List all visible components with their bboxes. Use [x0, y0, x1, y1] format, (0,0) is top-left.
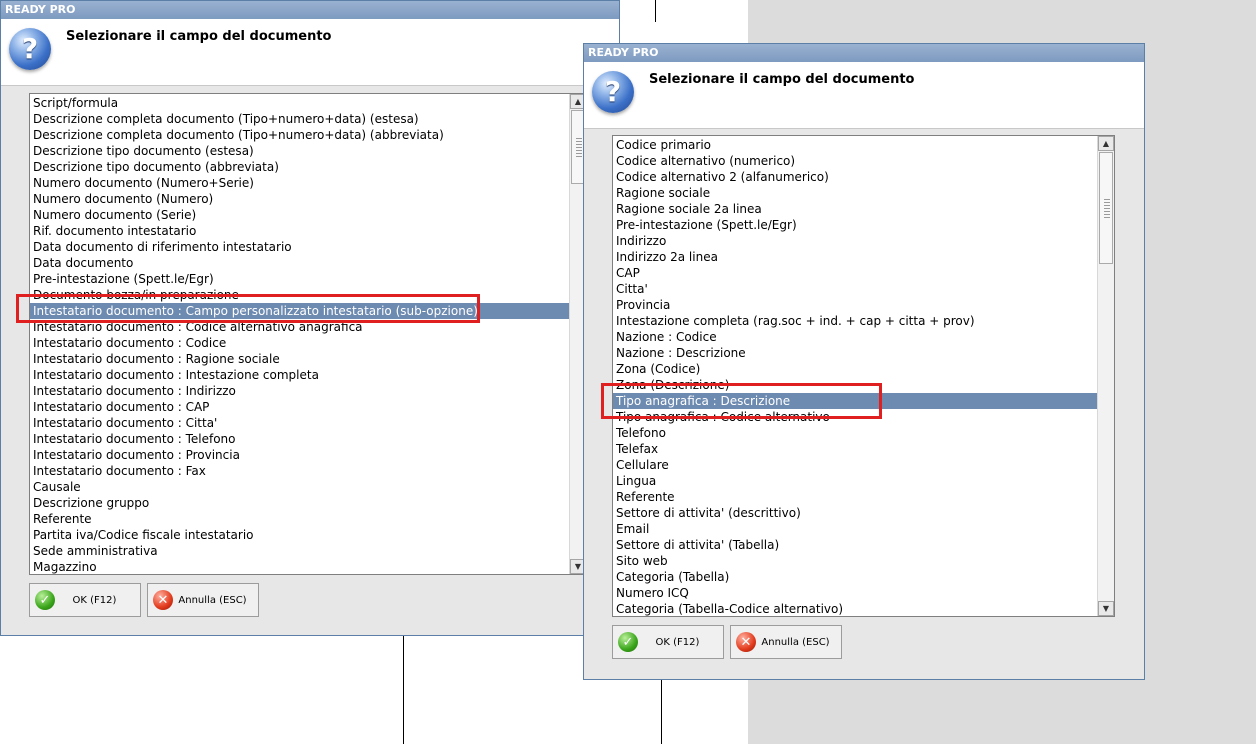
dialog-header: ? Selezionare il campo del documento — [584, 62, 1144, 129]
list-item[interactable]: Descrizione tipo documento (abbreviata) — [30, 159, 569, 175]
list-item[interactable]: Rif. documento intestatario — [30, 223, 569, 239]
ok-button-label: OK (F12) — [72, 594, 117, 606]
list-item[interactable]: Intestatario documento : Provincia — [30, 447, 569, 463]
cancel-button-label: Annulla (ESC) — [761, 636, 830, 648]
list-item[interactable]: Intestatario documento : CAP — [30, 399, 569, 415]
field-list[interactable]: Script/formula Descrizione completa docum… — [29, 93, 587, 575]
list-item[interactable]: Intestatario documento : Telefono — [30, 431, 569, 447]
cancel-button[interactable]: ✕ Annulla (ESC) — [147, 583, 259, 617]
list-item[interactable]: Settore di attivita' (descrittivo) — [613, 505, 1097, 521]
list-item[interactable]: Telefax — [613, 441, 1097, 457]
list-item[interactable]: Descrizione gruppo — [30, 495, 569, 511]
list-item[interactable]: Cellulare — [613, 457, 1097, 473]
list-item[interactable]: Ragione sociale — [613, 185, 1097, 201]
list-item[interactable]: Intestatario documento : Intestazione co… — [30, 367, 569, 383]
list-item[interactable]: Script/formula — [30, 95, 569, 111]
list-item[interactable]: Numero documento (Numero) — [30, 191, 569, 207]
dialog-header: ? Selezionare il campo del documento — [1, 19, 619, 86]
list-item[interactable]: Ragione sociale 2a linea — [613, 201, 1097, 217]
scroll-down-arrow-icon[interactable]: ▼ — [1098, 601, 1114, 616]
list-item[interactable]: Lingua — [613, 473, 1097, 489]
dialog-title-bar[interactable]: READY PRO — [1, 1, 619, 19]
cancel-button[interactable]: ✕ Annulla (ESC) — [730, 625, 842, 659]
cancel-button-label: Annulla (ESC) — [178, 594, 247, 606]
list-item[interactable]: Intestatario documento : Ragione sociale — [30, 351, 569, 367]
scrollbar-thumb[interactable] — [1099, 152, 1113, 264]
list-item[interactable]: Data documento — [30, 255, 569, 271]
close-icon: ✕ — [153, 590, 173, 610]
list-item[interactable]: Zona (Codice) — [613, 361, 1097, 377]
list-item[interactable]: Sito web — [613, 553, 1097, 569]
background-divider-line — [655, 0, 656, 22]
background-divider-line — [403, 636, 404, 744]
close-icon: ✕ — [736, 632, 756, 652]
list-item[interactable]: Descrizione completa documento (Tipo+num… — [30, 111, 569, 127]
ok-button-label: OK (F12) — [655, 636, 700, 648]
dialog-title-bar[interactable]: READY PRO — [584, 44, 1144, 62]
list-item[interactable]: Indirizzo 2a linea — [613, 249, 1097, 265]
list-item[interactable]: Pre-intestazione (Spett.le/Egr) — [613, 217, 1097, 233]
field-list[interactable]: Codice primario Codice alternativo (numer… — [612, 135, 1115, 617]
ok-button[interactable]: ✓ OK (F12) — [29, 583, 141, 617]
list-item[interactable]: Categoria (Tabella-Codice alternativo) — [613, 601, 1097, 616]
list-item[interactable]: Codice alternativo (numerico) — [613, 153, 1097, 169]
list-item[interactable]: Email — [613, 521, 1097, 537]
list-item[interactable]: Numero ICQ — [613, 585, 1097, 601]
list-item[interactable]: Descrizione tipo documento (estesa) — [30, 143, 569, 159]
list-item[interactable]: Citta' — [613, 281, 1097, 297]
question-icon: ? — [9, 28, 51, 70]
list-item[interactable]: Intestatario documento : Indirizzo — [30, 383, 569, 399]
list-item[interactable]: Magazzino — [30, 559, 569, 574]
field-selection-dialog-right: READY PRO ? Selezionare il campo del doc… — [583, 43, 1145, 680]
dialog-heading: Selezionare il campo del documento — [649, 72, 915, 87]
check-icon: ✓ — [35, 590, 55, 610]
list-item[interactable]: Intestatario documento : Citta' — [30, 415, 569, 431]
check-icon: ✓ — [618, 632, 638, 652]
highlight-box — [16, 294, 480, 323]
list-item[interactable]: Numero documento (Serie) — [30, 207, 569, 223]
dialog-heading: Selezionare il campo del documento — [66, 29, 332, 44]
list-item[interactable]: Intestazione completa (rag.soc + ind. + … — [613, 313, 1097, 329]
highlight-box — [601, 383, 882, 419]
list-item[interactable]: Partita iva/Codice fiscale intestatario — [30, 527, 569, 543]
list-item[interactable]: Codice primario — [613, 137, 1097, 153]
list-item[interactable]: Referente — [613, 489, 1097, 505]
list-item[interactable]: Codice alternativo 2 (alfanumerico) — [613, 169, 1097, 185]
list-item[interactable]: Intestatario documento : Codice — [30, 335, 569, 351]
list-item[interactable]: Descrizione completa documento (Tipo+num… — [30, 127, 569, 143]
list-item[interactable]: CAP — [613, 265, 1097, 281]
list-item[interactable]: Settore di attivita' (Tabella) — [613, 537, 1097, 553]
list-item[interactable]: Pre-intestazione (Spett.le/Egr) — [30, 271, 569, 287]
list-item[interactable]: Telefono — [613, 425, 1097, 441]
list-item[interactable]: Causale — [30, 479, 569, 495]
list-item[interactable]: Data documento di riferimento intestatar… — [30, 239, 569, 255]
list-item[interactable]: Categoria (Tabella) — [613, 569, 1097, 585]
list-item[interactable]: Intestatario documento : Fax — [30, 463, 569, 479]
list-item[interactable]: Nazione : Descrizione — [613, 345, 1097, 361]
list-item[interactable]: Numero documento (Numero+Serie) — [30, 175, 569, 191]
field-list-items: Script/formula Descrizione completa docum… — [30, 94, 569, 574]
question-icon: ? — [592, 71, 634, 113]
vertical-scrollbar[interactable]: ▲ ▼ — [1097, 136, 1114, 616]
background-divider-line — [661, 680, 662, 744]
list-item[interactable]: Indirizzo — [613, 233, 1097, 249]
ok-button[interactable]: ✓ OK (F12) — [612, 625, 724, 659]
list-item[interactable]: Sede amministrativa — [30, 543, 569, 559]
list-item[interactable]: Referente — [30, 511, 569, 527]
field-list-items: Codice primario Codice alternativo (numer… — [613, 136, 1097, 616]
list-item[interactable]: Provincia — [613, 297, 1097, 313]
list-item[interactable]: Nazione : Codice — [613, 329, 1097, 345]
scroll-up-arrow-icon[interactable]: ▲ — [1098, 136, 1114, 151]
